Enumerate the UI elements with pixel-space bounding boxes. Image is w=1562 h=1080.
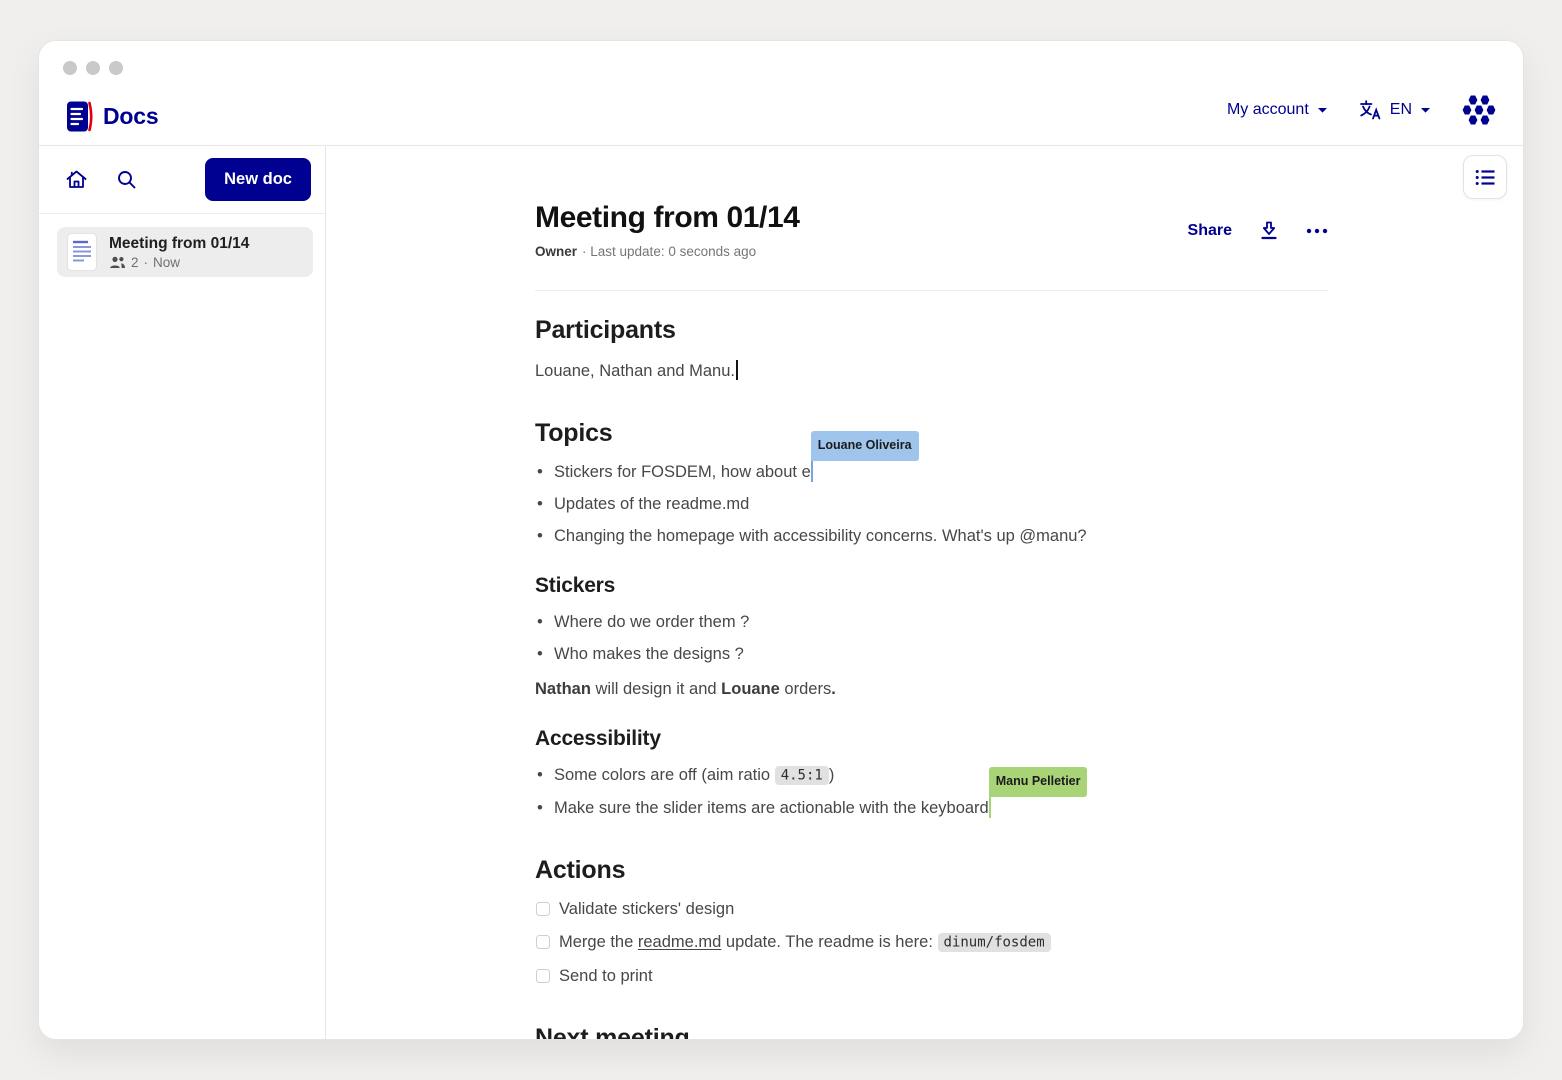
my-account-menu[interactable]: My account: [1227, 101, 1328, 119]
task-item: Merge the readme.md update. The readme i…: [535, 930, 1328, 956]
section-heading-stickers: Stickers: [535, 575, 1328, 597]
code-span: 4.5:1: [775, 766, 829, 785]
accessibility-list: Some colors are off (aim ratio 4.5:1) Ma…: [535, 763, 1328, 821]
list-item: Changing the homepage with accessibility…: [535, 524, 1328, 549]
document-item-title: Meeting from 01/14: [109, 235, 249, 253]
table-of-contents-button[interactable]: [1463, 155, 1507, 199]
new-doc-button[interactable]: New doc: [205, 158, 311, 201]
task-item: Send to print: [535, 964, 1328, 989]
ellipsis-icon: [1306, 228, 1328, 234]
search-button[interactable]: [116, 169, 137, 190]
sidebar: New doc Meeting: [39, 146, 326, 1040]
task-checkbox[interactable]: [536, 935, 550, 949]
language-switcher[interactable]: EN: [1358, 99, 1431, 121]
list-item: Some colors are off (aim ratio 4.5:1): [535, 763, 1328, 789]
section-heading-accessibility: Accessibility: [535, 728, 1328, 750]
docs-logo[interactable]: Docs: [65, 100, 158, 133]
app-title: Docs: [103, 103, 158, 130]
code-span: dinum/fosdem: [938, 933, 1051, 952]
window-control-dot: [86, 61, 100, 75]
section-heading-participants: Participants: [535, 317, 1328, 343]
meta-separator: ·: [144, 255, 149, 270]
collab-cursor-name: Manu Pelletier: [989, 767, 1088, 797]
task-item: Validate stickers' design: [535, 897, 1328, 922]
collab-cursor-name: Louane Oliveira: [811, 431, 919, 461]
download-icon: [1259, 220, 1279, 241]
my-account-label: My account: [1227, 101, 1309, 119]
list-item: Who makes the designs ?: [535, 642, 1328, 667]
home-icon: [65, 168, 88, 191]
app-header: Docs My account E: [39, 41, 1523, 146]
participants-text: Louane, Nathan and Manu.: [535, 359, 1328, 384]
chevron-down-icon: [1420, 107, 1431, 114]
docs-logo-icon: [65, 100, 94, 133]
download-button[interactable]: [1259, 220, 1279, 241]
sidebar-toolbar: New doc: [39, 146, 325, 214]
home-button[interactable]: [65, 168, 88, 191]
list-item: Where do we order them ?: [535, 610, 1328, 635]
stickers-list: Where do we order them ? Who makes the d…: [535, 610, 1328, 667]
readme-link[interactable]: readme.md: [638, 933, 721, 951]
apps-waffle-button[interactable]: [1461, 93, 1497, 127]
collab-caret: [989, 797, 991, 818]
app-window: Docs My account E: [38, 40, 1524, 1040]
chevron-down-icon: [1317, 107, 1328, 114]
owner-badge: Owner: [535, 244, 577, 259]
task-checkbox[interactable]: [536, 902, 550, 916]
document-pane: Meeting from 01/14 Owner · Last update: …: [326, 146, 1523, 1040]
task-list: Validate stickers' design Merge the read…: [535, 897, 1328, 989]
document-header: Meeting from 01/14 Owner · Last update: …: [535, 146, 1328, 259]
share-button[interactable]: Share: [1188, 222, 1232, 240]
list-item: Stickers for FOSDEM, how about eLouane O…: [535, 460, 1328, 485]
window-controls: [63, 61, 123, 75]
collab-cursor-manu: Manu Pelletier: [989, 797, 991, 818]
collab-caret: [811, 461, 813, 482]
window-control-dot: [63, 61, 77, 75]
editor-content[interactable]: Participants Louane, Nathan and Manu. To…: [535, 291, 1328, 1040]
text-caret: [736, 360, 738, 380]
topics-list: Stickers for FOSDEM, how about eLouane O…: [535, 460, 1328, 549]
translate-icon: [1358, 99, 1382, 121]
stickers-note: Nathan will design it and Louane orders.: [535, 677, 1328, 702]
list-item: Updates of the readme.md: [535, 492, 1328, 517]
language-label: EN: [1390, 101, 1412, 119]
document-actions: Share: [1188, 220, 1328, 241]
document-list: Meeting from 01/14 2: [39, 214, 325, 290]
members-icon: [109, 256, 126, 269]
more-options-button[interactable]: [1306, 228, 1328, 234]
section-heading-actions: Actions: [535, 857, 1328, 883]
document-list-item[interactable]: Meeting from 01/14 2: [57, 227, 313, 277]
last-update-text: · Last update: 0 seconds ago: [582, 244, 756, 259]
updated-time: Now: [153, 255, 180, 270]
section-heading-next-meeting: Next meeting: [535, 1025, 1328, 1040]
waffle-icon: [1461, 93, 1497, 127]
search-icon: [116, 169, 137, 190]
collab-cursor-louane: Louane Oliveira: [811, 461, 813, 482]
window-control-dot: [109, 61, 123, 75]
members-count: 2: [131, 255, 139, 270]
list-icon: [1475, 169, 1496, 186]
list-item: Make sure the slider items are actionabl…: [535, 796, 1328, 821]
section-heading-topics: Topics: [535, 420, 1328, 446]
task-checkbox[interactable]: [536, 969, 550, 983]
document-meta: Owner · Last update: 0 seconds ago: [535, 244, 1328, 259]
document-thumbnail-icon: [67, 233, 97, 271]
